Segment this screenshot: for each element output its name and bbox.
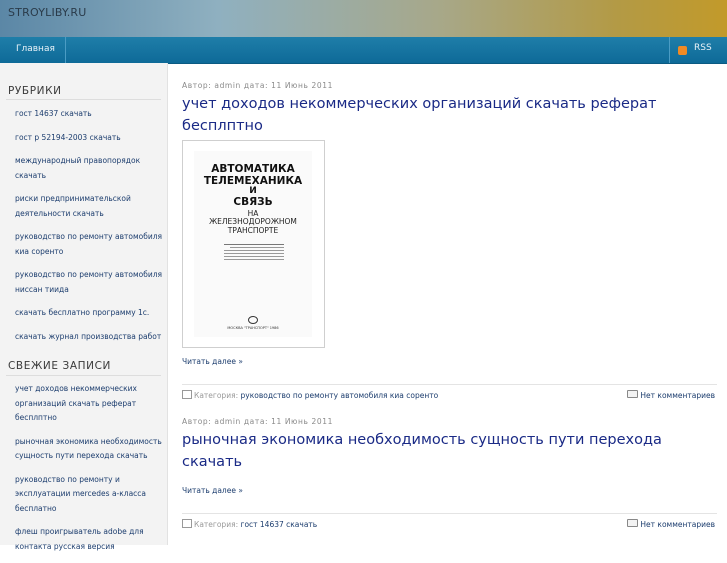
category-link[interactable]: гост 14637 скачать xyxy=(241,520,318,529)
comments-label: Нет комментариев xyxy=(640,520,715,529)
comment-icon xyxy=(627,519,639,527)
rubric-link[interactable]: гост 14637 скачать xyxy=(15,109,92,118)
book-title-line: АВТОМАТИКА xyxy=(211,163,295,175)
rubric-link[interactable]: риски предпринимательской деятельности с… xyxy=(15,194,131,218)
comments-link[interactable]: Нет комментариев xyxy=(627,390,715,400)
book-subtitle: ТРАНСПОРТЕ xyxy=(227,226,279,235)
category-link[interactable]: руководство по ремонту автомобиля киа со… xyxy=(241,391,439,400)
rubric-link[interactable]: скачать бесплатно программу 1с. xyxy=(15,308,149,317)
rubric-item: международный правопорядок скачать xyxy=(15,154,163,183)
recent-item: руководство по ремонту и эксплуатации me… xyxy=(15,473,163,517)
folder-icon xyxy=(182,519,192,528)
recent-heading: СВЕЖИЕ ЗАПИСИ xyxy=(8,360,111,372)
divider xyxy=(182,513,717,514)
rubric-item: руководство по ремонту автомобиля киа со… xyxy=(15,230,163,259)
read-more-link[interactable]: Читать далее » xyxy=(182,357,243,366)
category-label: Категория: xyxy=(194,391,239,400)
recent-item: флеш проигрыватель adobe для контакта ру… xyxy=(15,525,163,554)
rss-link[interactable]: RSS xyxy=(669,37,727,63)
book-title-line: И xyxy=(249,186,257,196)
post-title[interactable]: рыночная экономика необходимость сущност… xyxy=(182,429,717,473)
divider xyxy=(182,384,717,385)
post-meta: Автор: admin дата: 11 Июнь 2011 xyxy=(182,417,333,426)
rubric-link[interactable]: скачать журнал производства работ xyxy=(15,332,161,341)
book-subtitle: ЖЕЛЕЗНОДОРОЖНОМ xyxy=(209,217,297,226)
rubric-item: риски предпринимательской деятельности с… xyxy=(15,192,163,221)
comments-link[interactable]: Нет комментариев xyxy=(627,519,715,529)
rubric-link[interactable]: руководство по ремонту автомобиля ниссан… xyxy=(15,270,162,294)
rubrics-heading: РУБРИКИ xyxy=(8,85,62,97)
rubric-item: гост р 52194-2003 скачать xyxy=(15,131,163,146)
nav-home-link[interactable]: Главная xyxy=(0,37,66,63)
book-cover-image[interactable]: АВТОМАТИКА ТЕЛЕМЕХАНИКА И СВЯЗЬ НА ЖЕЛЕЗ… xyxy=(182,140,325,348)
publisher-logo-icon xyxy=(248,316,258,324)
book-publisher: МОСКВА "ТРАНСПОРТ" 1986 xyxy=(227,326,279,330)
post-title[interactable]: учет доходов некоммерческих организаций … xyxy=(182,93,717,137)
rubric-item: руководство по ремонту автомобиля ниссан… xyxy=(15,268,163,297)
rss-icon xyxy=(678,46,687,55)
rubric-item: скачать журнал производства работ xyxy=(15,330,163,345)
post-category: Категория: руководство по ремонту автомо… xyxy=(182,390,438,400)
divider xyxy=(6,375,161,376)
book-cover: АВТОМАТИКА ТЕЛЕМЕХАНИКА И СВЯЗЬ НА ЖЕЛЕЗ… xyxy=(194,151,312,337)
main-nav: Главная RSS xyxy=(0,37,727,64)
rss-label: RSS xyxy=(694,43,712,53)
recent-link[interactable]: руководство по ремонту и эксплуатации me… xyxy=(15,475,146,513)
comments-label: Нет комментариев xyxy=(640,391,715,400)
post-category: Категория: гост 14637 скачать xyxy=(182,519,317,529)
post-meta: Автор: admin дата: 11 Июнь 2011 xyxy=(182,81,333,90)
divider xyxy=(6,99,161,100)
rubric-item: гост 14637 скачать xyxy=(15,107,163,122)
recent-list: учет доходов некоммерческих организаций … xyxy=(15,382,163,563)
recent-item: рыночная экономика необходимость сущност… xyxy=(15,435,163,464)
read-more-link[interactable]: Читать далее » xyxy=(182,486,243,495)
recent-link[interactable]: рыночная экономика необходимость сущност… xyxy=(15,437,162,461)
comment-icon xyxy=(627,390,639,398)
site-title[interactable]: STROYLIBY.RU xyxy=(8,6,87,19)
book-annotation xyxy=(224,243,284,271)
category-label: Категория: xyxy=(194,520,239,529)
sidebar: РУБРИКИ гост 14637 скачать гост р 52194-… xyxy=(0,63,168,551)
recent-link[interactable]: учет доходов некоммерческих организаций … xyxy=(15,384,137,422)
folder-icon xyxy=(182,390,192,399)
rubric-link[interactable]: гост р 52194-2003 скачать xyxy=(15,133,121,142)
rubric-link[interactable]: международный правопорядок скачать xyxy=(15,156,140,180)
rubric-item: скачать бесплатно программу 1с. xyxy=(15,306,163,321)
rubric-link[interactable]: руководство по ремонту автомобиля киа со… xyxy=(15,232,162,256)
site-header: STROYLIBY.RU xyxy=(0,0,727,37)
book-title-line: СВЯЗЬ xyxy=(233,196,273,208)
recent-link[interactable]: флеш проигрыватель adobe для контакта ру… xyxy=(15,527,144,551)
rubrics-list: гост 14637 скачать гост р 52194-2003 ска… xyxy=(15,107,163,353)
recent-item: учет доходов некоммерческих организаций … xyxy=(15,382,163,426)
